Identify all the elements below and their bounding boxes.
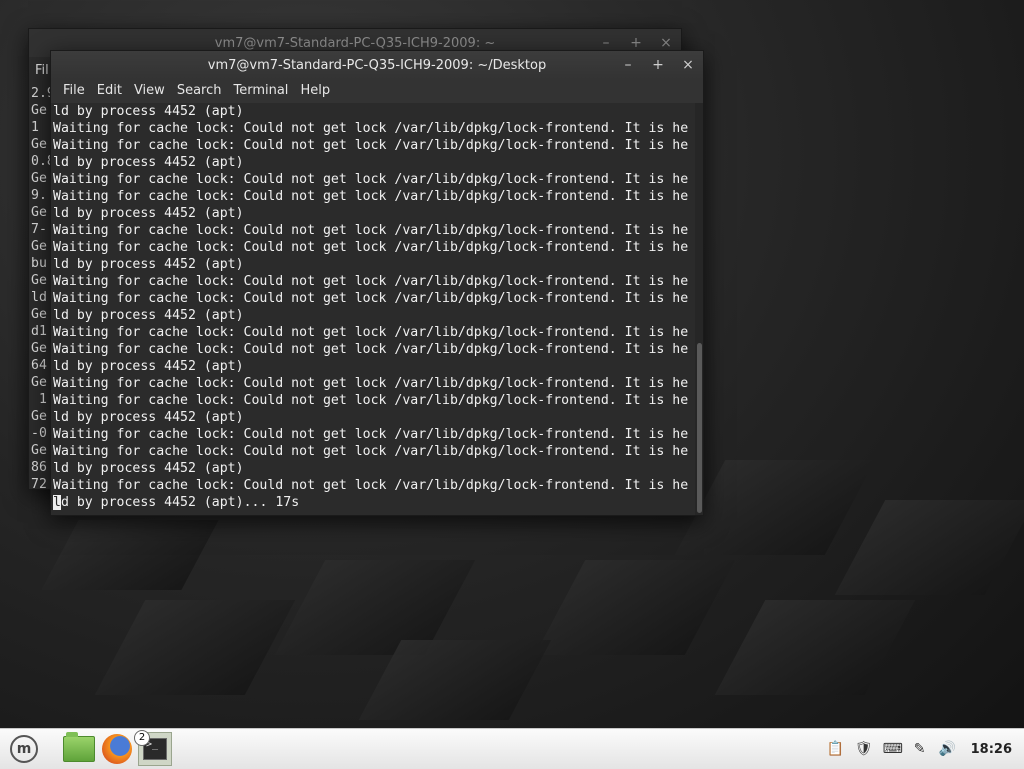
terminal-line: Waiting for cache lock: Could not get lo… xyxy=(53,376,689,391)
terminal-line: Waiting for cache lock: Could not get lo… xyxy=(53,291,689,306)
terminal-line: Waiting for cache lock: Could not get lo… xyxy=(53,240,689,255)
terminal-line: Waiting for cache lock: Could not get lo… xyxy=(53,138,689,153)
terminal-line: Waiting for cache lock: Could not get lo… xyxy=(53,478,689,493)
terminal-line: ld by process 4452 (apt) xyxy=(53,359,244,374)
terminal-line: Waiting for cache lock: Could not get lo… xyxy=(53,172,689,187)
files-folder-icon xyxy=(63,732,95,762)
wallpaper-tile xyxy=(834,500,1024,595)
firefox-launcher[interactable] xyxy=(98,732,136,766)
menu-item-help[interactable]: Help xyxy=(294,79,336,103)
terminal-line: Waiting for cache lock: Could not get lo… xyxy=(53,325,689,340)
terminal-window[interactable]: vm7@vm7-Standard-PC-Q35-ICH9-2009: ~/Des… xyxy=(50,50,704,516)
terminal-line: Waiting for cache lock: Could not get lo… xyxy=(53,444,689,459)
wallpaper-tile xyxy=(41,520,219,590)
linux-mint-menu-icon: m xyxy=(10,735,38,763)
terminal-current-line: ld by process 4452 (apt)... 17s xyxy=(53,494,695,511)
window-title: vm7@vm7-Standard-PC-Q35-ICH9-2009: ~/Des… xyxy=(207,57,547,73)
window-titlebar[interactable]: vm7@vm7-Standard-PC-Q35-ICH9-2009: ~/Des… xyxy=(51,51,703,79)
wallpaper-tile xyxy=(94,600,296,695)
clipboard-icon[interactable]: 📋 xyxy=(827,741,845,757)
terminal-line: Waiting for cache lock: Could not get lo… xyxy=(53,274,689,289)
shield-update-icon[interactable]: 🛡 xyxy=(855,741,873,757)
menu-item-file[interactable]: Fil xyxy=(35,63,49,78)
terminal-line: Waiting for cache lock: Could not get lo… xyxy=(53,223,689,238)
menu-item-search[interactable]: Search xyxy=(171,79,228,103)
close-button[interactable]: × xyxy=(659,36,673,50)
menu-bar: File Edit View Search Terminal Help xyxy=(51,79,703,103)
terminal-line: Waiting for cache lock: Could not get lo… xyxy=(53,393,689,408)
terminal-line-text: d by process 4452 (apt)... 17s xyxy=(60,495,300,510)
terminal-output[interactable]: ld by process 4452 (apt) Waiting for cach… xyxy=(51,103,695,515)
scrollbar-thumb[interactable] xyxy=(697,343,702,513)
system-tray: 📋 🛡 ⌨ ✎ 🔊 18:26 xyxy=(827,729,1024,769)
taskbar: m >_ 2 📋 🛡 ⌨ ✎ 🔊 18:26 xyxy=(0,728,1024,769)
clock[interactable]: 18:26 xyxy=(971,742,1012,757)
window-count-badge: 2 xyxy=(134,730,150,746)
menu-item-edit[interactable]: Edit xyxy=(91,79,128,103)
wallpaper-tile xyxy=(534,560,736,655)
firefox-icon xyxy=(102,734,132,764)
minimize-button[interactable]: – xyxy=(599,36,613,50)
text-cursor: l xyxy=(53,495,61,510)
maximize-button[interactable]: + xyxy=(629,36,643,50)
scrollbar[interactable] xyxy=(695,103,703,515)
menu-button[interactable]: m xyxy=(2,732,46,766)
terminal-line: ld by process 4452 (apt) xyxy=(53,410,244,425)
wallpaper-tile xyxy=(714,600,916,695)
terminal-line: Waiting for cache lock: Could not get lo… xyxy=(53,189,689,204)
terminal-line: Waiting for cache lock: Could not get lo… xyxy=(53,342,689,357)
menu-item-file[interactable]: File xyxy=(57,79,91,103)
files-launcher[interactable] xyxy=(60,732,98,766)
network-icon[interactable]: ✎ xyxy=(911,741,929,757)
close-button[interactable]: × xyxy=(681,58,695,72)
terminal-line: ld by process 4452 (apt) xyxy=(53,308,244,323)
terminal-line: ld by process 4452 (apt) xyxy=(53,461,244,476)
terminal-taskbar-button[interactable]: >_ 2 xyxy=(134,730,174,766)
terminal-line: Waiting for cache lock: Could not get lo… xyxy=(53,121,689,136)
terminal-line: Waiting for cache lock: Could not get lo… xyxy=(53,427,689,442)
window-title: vm7@vm7-Standard-PC-Q35-ICH9-2009: ~ xyxy=(214,35,496,51)
keyboard-icon[interactable]: ⌨ xyxy=(883,741,903,757)
wallpaper-tile xyxy=(674,460,876,555)
maximize-button[interactable]: + xyxy=(651,58,665,72)
menu-item-terminal[interactable]: Terminal xyxy=(227,79,294,103)
terminal-line: ld by process 4452 (apt) xyxy=(53,155,244,170)
terminal-line: ld by process 4452 (apt) xyxy=(53,257,244,272)
volume-icon[interactable]: 🔊 xyxy=(939,741,957,757)
terminal-line: ld by process 4452 (apt) xyxy=(53,206,244,221)
menu-item-view[interactable]: View xyxy=(128,79,171,103)
terminal-line: ld by process 4452 (apt) xyxy=(53,104,244,119)
minimize-button[interactable]: – xyxy=(621,58,635,72)
